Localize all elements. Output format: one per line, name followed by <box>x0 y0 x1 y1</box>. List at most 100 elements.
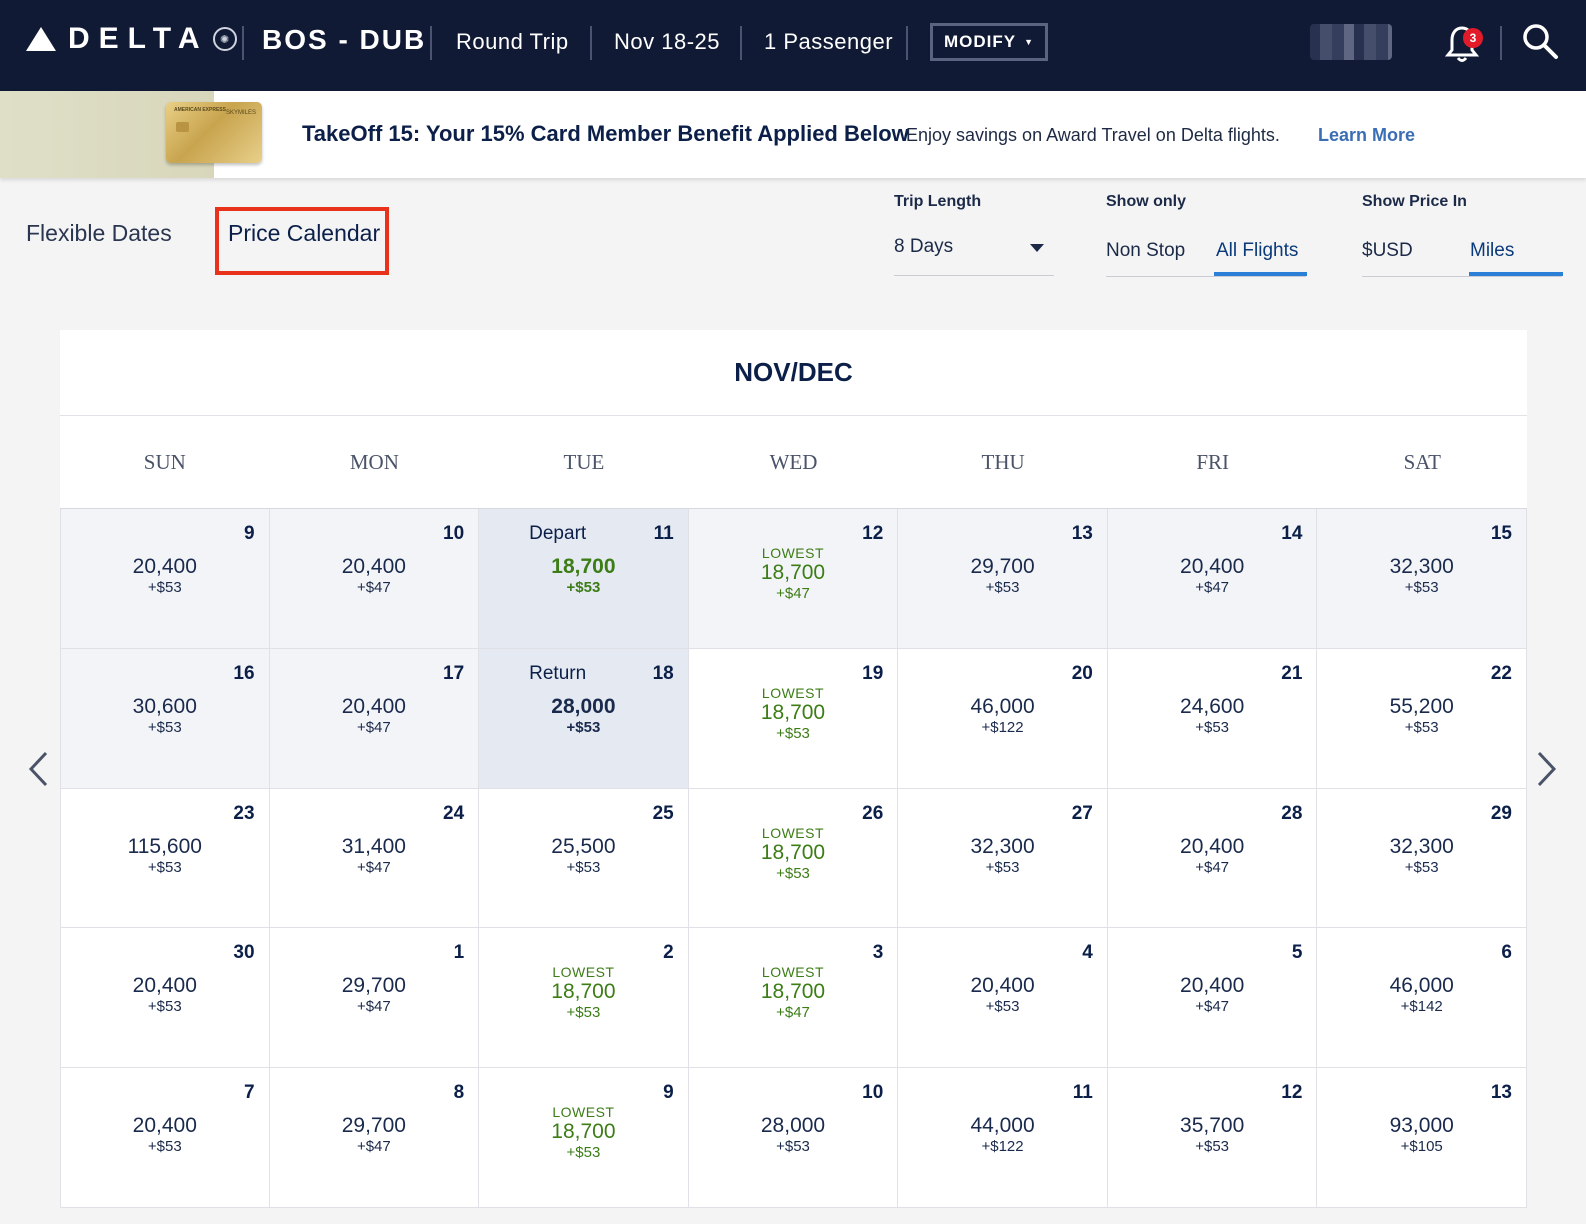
price-block: 29,700 +$53 <box>898 555 1107 596</box>
calendar-day-cell[interactable]: 14 20,400 +$47 <box>1107 509 1318 649</box>
calendar-day-cell[interactable]: 21 24,600 +$53 <box>1107 648 1318 789</box>
price-block: 20,400 +$53 <box>61 555 269 596</box>
trip-length-select[interactable]: 8 Days <box>894 236 953 258</box>
day-number: 1 <box>453 942 465 964</box>
miles-price: 46,000 <box>1389 974 1454 998</box>
delta-logo[interactable]: DELTA ✺ <box>26 22 237 56</box>
price-block: 29,700 +$47 <box>270 1114 479 1155</box>
taxes-fees: +$53 <box>776 864 810 882</box>
tab-flexible-dates[interactable]: Flexible Dates <box>26 220 172 247</box>
taxes-fees: +$53 <box>985 998 1020 1016</box>
calendar-day-cell[interactable]: 7 20,400 +$53 <box>60 1068 270 1208</box>
option-usd[interactable]: $USD <box>1362 240 1413 262</box>
price-block: 24,600 +$53 <box>1108 695 1317 736</box>
search-icon[interactable] <box>1521 22 1559 60</box>
calendar-day-cell[interactable]: 26 LOWEST 18,700 +$53 <box>688 788 899 929</box>
option-all-flights[interactable]: All Flights <box>1216 240 1298 262</box>
chevron-down-icon: ▼ <box>1024 37 1035 47</box>
taxes-fees: +$47 <box>356 579 391 596</box>
calendar-day-cell[interactable]: 16 30,600 +$53 <box>60 648 270 789</box>
price-block: 55,200 +$53 <box>1317 695 1526 736</box>
chevron-down-icon[interactable] <box>1030 244 1044 252</box>
price-block: 30,600 +$53 <box>61 695 269 736</box>
price-block: 46,000 +$142 <box>1317 974 1526 1015</box>
day-number: 17 <box>443 662 465 684</box>
option-non-stop[interactable]: Non Stop <box>1106 240 1185 262</box>
calendar-day-cell[interactable]: 22 55,200 +$53 <box>1317 648 1527 789</box>
learn-more-link[interactable]: Learn More <box>1318 125 1415 146</box>
calendar-day-cell[interactable]: 9 LOWEST 18,700 +$53 <box>479 1068 689 1208</box>
taxes-fees: +$47 <box>356 998 391 1016</box>
miles-price: 32,300 <box>970 834 1035 858</box>
taxes-fees: +$53 <box>147 718 182 736</box>
calendar-day-cell[interactable]: 10 20,400 +$47 <box>269 509 480 649</box>
trip-type: Round Trip <box>456 29 569 54</box>
day-number: 13 <box>1490 1082 1512 1104</box>
calendar-day-cell[interactable]: 27 32,300 +$53 <box>898 788 1108 929</box>
calendar-day-cell[interactable]: 3 LOWEST 18,700 +$47 <box>688 928 899 1069</box>
dow-mon: MON <box>349 449 399 474</box>
divider <box>590 26 592 60</box>
calendar-day-cell[interactable]: 23 115,600 +$53 <box>60 788 270 929</box>
modify-button[interactable]: MODIFY ▼ <box>930 23 1048 61</box>
day-number: 7 <box>243 1082 255 1104</box>
calendar-day-cell[interactable]: 24 31,400 +$47 <box>269 788 480 929</box>
calendar-month-title: NOV/DEC <box>60 330 1527 416</box>
calendar-day-cell[interactable]: 20 46,000 +$122 <box>898 648 1108 789</box>
route-label: BOS - DUB <box>262 24 427 55</box>
day-number: 8 <box>453 1082 465 1104</box>
day-number: 24 <box>443 802 465 824</box>
calendar-day-cell[interactable]: 12 35,700 +$53 <box>1107 1068 1318 1208</box>
account-avatar[interactable] <box>1310 24 1392 60</box>
calendar-day-cell[interactable]: 10 28,000 +$53 <box>688 1068 899 1208</box>
calendar-day-cell[interactable]: 19 LOWEST 18,700 +$53 <box>688 648 899 789</box>
calendar-day-cell[interactable]: 12 LOWEST 18,700 +$47 <box>688 509 899 649</box>
calendar-day-cell[interactable]: 5 20,400 +$47 <box>1107 928 1318 1069</box>
miles-price: 35,700 <box>1180 1114 1245 1138</box>
calendar-day-cell[interactable]: 2 LOWEST 18,700 +$53 <box>479 928 689 1069</box>
calendar-day-cell[interactable]: 13 29,700 +$53 <box>898 509 1108 649</box>
day-number: 6 <box>1501 942 1512 964</box>
chevron-left-icon[interactable] <box>26 750 50 788</box>
calendar-day-cell[interactable]: 8 29,700 +$47 <box>269 1068 480 1208</box>
taxes-fees: +$53 <box>566 858 601 876</box>
calendar-day-cell[interactable]: 11 44,000 +$122 <box>898 1068 1108 1208</box>
calendar-day-cell[interactable]: 28 20,400 +$47 <box>1107 788 1318 929</box>
day-number: 19 <box>862 662 884 684</box>
calendar-day-cell[interactable]: Depart 11 18,700 +$53 <box>479 509 689 649</box>
miles-price: 18,700 <box>760 561 826 584</box>
trip-length-underline <box>894 275 1054 276</box>
calendar-day-cell[interactable]: 25 25,500 +$53 <box>479 788 689 929</box>
calendar-day-cell[interactable]: 4 20,400 +$53 <box>898 928 1108 1069</box>
dow-fri: FRI <box>1196 449 1230 474</box>
taxes-fees: +$47 <box>1195 579 1230 596</box>
day-number: 25 <box>652 802 674 824</box>
calendar-day-cell[interactable]: 13 93,000 +$105 <box>1317 1068 1527 1208</box>
miles-price: 31,400 <box>341 834 406 858</box>
calendar-day-cell[interactable]: 6 46,000 +$142 <box>1317 928 1527 1069</box>
calendar-day-cell[interactable]: Return 18 28,000 +$53 <box>479 648 689 789</box>
option-miles[interactable]: Miles <box>1470 240 1514 262</box>
day-number: 30 <box>233 942 255 964</box>
calendar-day-cell[interactable]: 9 20,400 +$53 <box>60 509 270 649</box>
day-of-week-header: SUN MON TUE WED THU FRI SAT <box>60 416 1527 509</box>
calendar-day-cell[interactable]: 17 20,400 +$47 <box>269 648 480 789</box>
miles-price: 18,700 <box>551 555 616 578</box>
calendar-day-cell[interactable]: 1 29,700 +$47 <box>269 928 480 1069</box>
price-block: LOWEST 18,700 +$47 <box>689 545 898 602</box>
miles-price: 46,000 <box>970 694 1035 718</box>
price-calendar-highlight-box <box>215 207 389 275</box>
delta-logo-icon <box>26 27 56 51</box>
calendar-day-cell[interactable]: 15 32,300 +$53 <box>1317 509 1527 649</box>
price-block: 20,400 +$53 <box>898 974 1107 1015</box>
day-number: 5 <box>1291 942 1303 964</box>
miles-price: 20,400 <box>132 974 197 998</box>
chevron-right-icon[interactable] <box>1535 750 1559 788</box>
day-number: 10 <box>443 523 465 544</box>
dow-thu: THU <box>981 449 1025 474</box>
calendar-day-cell[interactable]: 29 32,300 +$53 <box>1317 788 1527 929</box>
logo-text: DELTA <box>68 22 209 55</box>
miles-price: 30,600 <box>132 694 197 718</box>
price-block: 32,300 +$53 <box>1317 555 1526 596</box>
calendar-day-cell[interactable]: 30 20,400 +$53 <box>60 928 270 1069</box>
